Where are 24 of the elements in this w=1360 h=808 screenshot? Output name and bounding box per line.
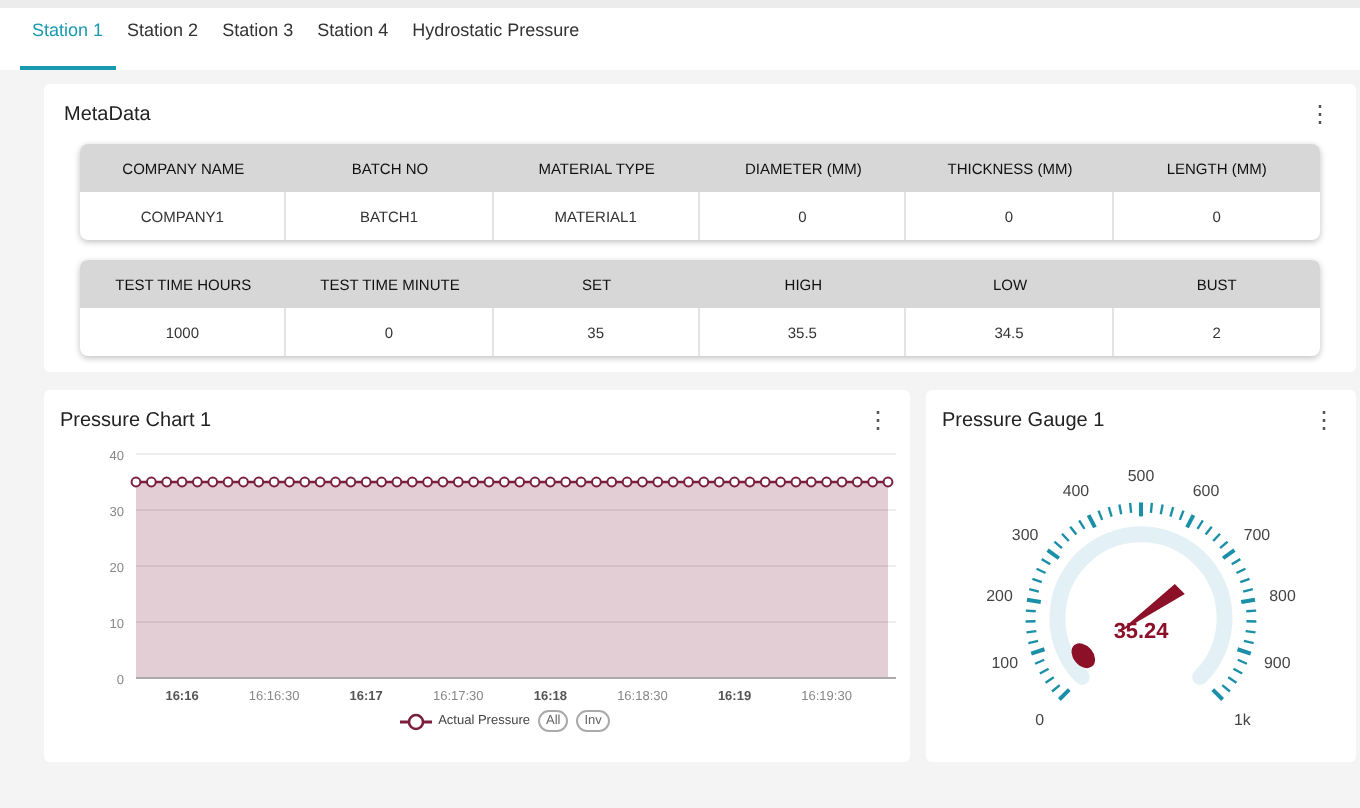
gauge-scale-label: 300 bbox=[1011, 525, 1039, 544]
card-title: Pressure Gauge 1 bbox=[942, 409, 1105, 431]
gauge-scale-label: 700 bbox=[1243, 525, 1271, 544]
card-title: Pressure Chart 1 bbox=[60, 409, 212, 431]
more-icon[interactable]: ⋮ bbox=[862, 406, 894, 434]
legend-marker-icon bbox=[400, 711, 433, 731]
gauge-scale-label: 500 bbox=[1127, 466, 1155, 485]
gauge-scale-label: 0 bbox=[1035, 711, 1045, 730]
gauge-scale-label: 100 bbox=[991, 654, 1018, 673]
more-icon[interactable]: ⋮ bbox=[1308, 406, 1340, 434]
gauge-scale-label: 1k bbox=[1233, 711, 1251, 730]
gauge-scale-label: 600 bbox=[1192, 482, 1220, 501]
gauge-value: 35.24 bbox=[1113, 619, 1169, 644]
gauge-scale-label: 800 bbox=[1269, 587, 1296, 606]
tab[interactable]: Station 2 bbox=[115, 10, 211, 70]
tab[interactable]: Station 3 bbox=[210, 10, 306, 70]
gauge-needle bbox=[1071, 584, 1185, 669]
card-title: MetaData bbox=[64, 103, 151, 125]
tab[interactable]: Station 4 bbox=[305, 10, 401, 70]
more-icon[interactable]: ⋮ bbox=[1304, 100, 1336, 128]
gauge-scale-label: 900 bbox=[1264, 654, 1291, 673]
tab[interactable]: Hydrostatic Pressure bbox=[400, 10, 592, 70]
gauge-scale-label: 400 bbox=[1062, 482, 1090, 501]
gauge-scale-label: 200 bbox=[986, 587, 1013, 606]
